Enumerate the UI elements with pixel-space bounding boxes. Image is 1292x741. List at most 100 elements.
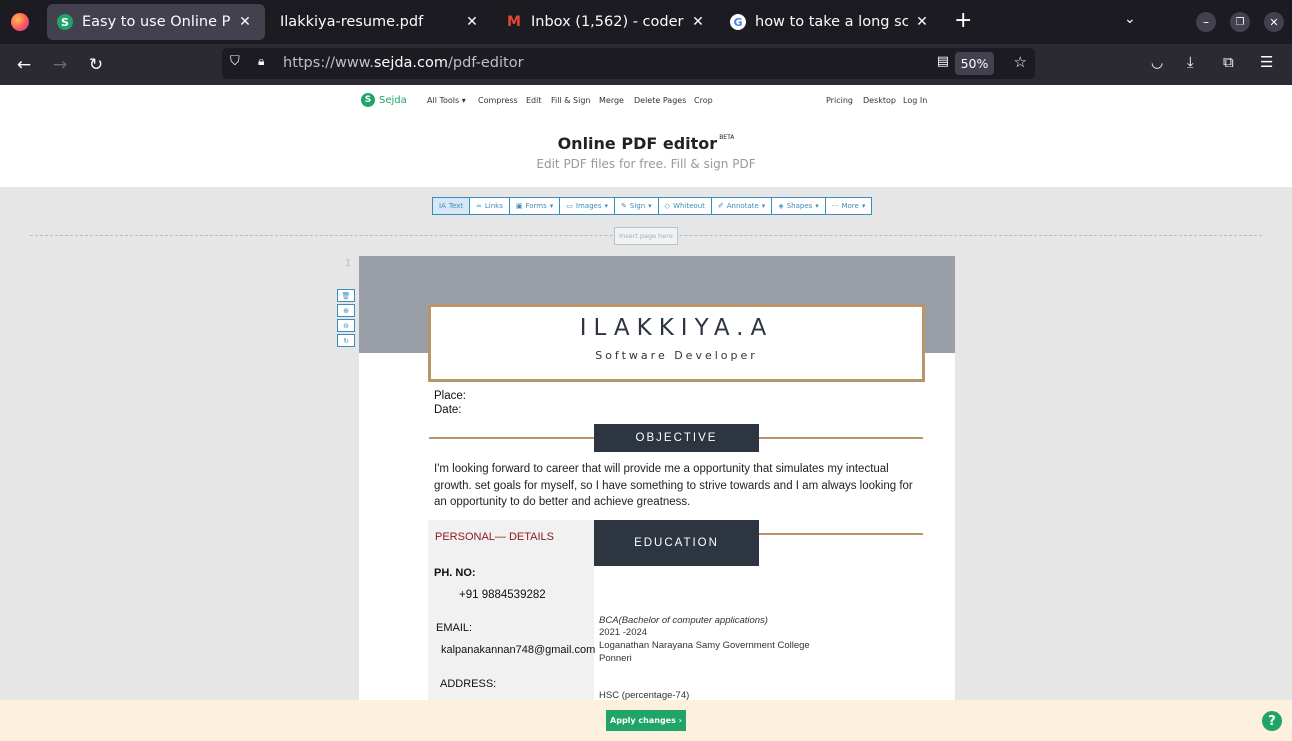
tab-resume-pdf[interactable]: Ilakkiya-resume.pdf ✕ — [270, 4, 492, 40]
zoom-in-icon[interactable]: ⊕ — [337, 304, 355, 317]
reader-view-icon[interactable]: ▤ — [937, 54, 949, 69]
nav-edit[interactable]: Edit — [526, 96, 542, 105]
chevron-down-icon: ▾ — [815, 202, 819, 210]
close-tab-icon[interactable]: ✕ — [235, 14, 255, 30]
url-text[interactable]: https://www.sejda.com/pdf-editor — [283, 55, 524, 71]
restore-icon[interactable]: ❐ — [1230, 12, 1250, 32]
browser-tab-strip: S Easy to use Online PDF e ✕ Ilakkiya-re… — [0, 0, 1292, 44]
phone-label[interactable]: PH. NO: — [434, 567, 476, 579]
nav-fill-sign[interactable]: Fill & Sign — [551, 96, 590, 105]
image-icon: ▭ — [566, 202, 573, 210]
tab-gmail[interactable]: M Inbox (1,562) - codersaro ✕ — [496, 4, 718, 40]
zoom-out-icon[interactable]: ⊖ — [337, 319, 355, 332]
nav-pricing[interactable]: Pricing — [826, 96, 853, 105]
bookmark-star-icon[interactable]: ☆ — [1014, 53, 1027, 71]
objective-heading[interactable]: OBJECTIVE — [594, 424, 759, 452]
extensions-icon[interactable]: ⧉ — [1223, 53, 1234, 71]
sejda-logo[interactable]: S Sejda — [361, 93, 407, 107]
images-tool-button[interactable]: ▭ Images ▾ — [560, 198, 615, 214]
whiteout-tool-label: Whiteout — [673, 202, 705, 210]
sejda-logo-icon: S — [361, 93, 375, 107]
apply-changes-button[interactable]: Apply changes › — [606, 710, 686, 731]
signature-icon: ✎ — [621, 202, 627, 210]
minimize-icon[interactable]: – — [1196, 12, 1216, 32]
tab-sejda[interactable]: S Easy to use Online PDF e ✕ — [47, 4, 265, 40]
insert-page-button[interactable]: Insert page here — [614, 227, 678, 245]
chevron-down-icon: ▾ — [549, 202, 554, 210]
menu-hamburger-icon[interactable]: ☰ — [1260, 53, 1273, 71]
college-name[interactable]: Loganathan Narayana Samy Government Coll… — [599, 640, 810, 651]
address-bar[interactable]: ⛉ 🔒︎ https://www.sejda.com/pdf-editor ▤ … — [222, 48, 1035, 79]
text-tool-button[interactable]: IA Text — [433, 198, 471, 214]
page-number: 1 — [345, 258, 352, 269]
links-tool-label: Links — [484, 202, 503, 210]
images-tool-label: Images — [575, 202, 602, 210]
place-label[interactable]: Place: — [434, 390, 466, 402]
url-path: /pdf-editor — [448, 55, 524, 71]
downloads-icon[interactable]: ⤓ — [1187, 53, 1194, 71]
date-label[interactable]: Date: — [434, 404, 462, 416]
objective-text[interactable]: I'm looking forward to career that will … — [434, 461, 914, 511]
email-address[interactable]: kalpanakannan748@gmail.com — [441, 644, 595, 656]
url-domain: sejda.com — [373, 55, 449, 71]
nav-crop[interactable]: Crop — [694, 96, 713, 105]
shapes-icon: ◈ — [778, 202, 784, 210]
pdf-page[interactable]: ILAKKIYA.A Software Developer Place: Dat… — [359, 256, 955, 741]
text-tool-label: Text — [448, 202, 464, 210]
education-heading[interactable]: EDUCATION — [594, 520, 759, 566]
nav-all-tools[interactable]: All Tools ▾ — [427, 96, 466, 105]
tab-list-chevron-icon[interactable]: ⌄ — [1124, 11, 1136, 27]
close-tab-icon[interactable]: ✕ — [912, 14, 932, 30]
more-tool-label: More — [841, 202, 859, 210]
email-label[interactable]: EMAIL: — [436, 622, 472, 634]
reload-icon[interactable]: ↻ — [83, 52, 109, 78]
college-city[interactable]: Ponneri — [599, 653, 632, 664]
forward-arrow-icon[interactable]: → — [47, 52, 73, 78]
links-tool-button[interactable]: ∞ Links — [470, 198, 510, 214]
nav-all-tools-label: All Tools — [427, 96, 460, 105]
resume-role[interactable]: Software Developer — [431, 349, 922, 362]
nav-desktop[interactable]: Desktop — [863, 96, 896, 105]
forms-tool-button[interactable]: ▣ Forms ▾ — [510, 198, 561, 214]
nav-delete-pages[interactable]: Delete Pages — [634, 96, 686, 105]
lock-icon[interactable]: 🔒︎ — [258, 54, 264, 69]
nav-login[interactable]: Log In — [903, 96, 927, 105]
more-icon: ··· — [831, 202, 839, 210]
shapes-tool-label: Shapes — [786, 202, 813, 210]
personal-details-heading[interactable]: PERSONAL— DETAILS — [435, 531, 554, 543]
form-icon: ▣ — [515, 202, 523, 210]
sign-tool-label: Sign — [629, 202, 646, 210]
firefox-icon[interactable] — [11, 13, 29, 31]
back-arrow-icon[interactable]: ← — [11, 52, 37, 78]
close-tab-icon[interactable]: ✕ — [688, 14, 708, 30]
nav-compress[interactable]: Compress — [478, 96, 518, 105]
help-icon[interactable]: ? — [1262, 711, 1282, 731]
resume-name[interactable]: ILAKKIYA.A — [431, 315, 922, 341]
rotate-page-icon[interactable]: ↻ — [337, 334, 355, 347]
nav-merge[interactable]: Merge — [599, 96, 624, 105]
annotate-tool-label: Annotate — [726, 202, 759, 210]
pocket-icon[interactable]: ◡ — [1151, 55, 1163, 71]
degree-name[interactable]: BCA(Bachelor of computer applications) — [599, 615, 768, 626]
zoom-level-badge[interactable]: 50% — [955, 52, 994, 75]
sign-tool-button[interactable]: ✎ Sign ▾ — [615, 198, 659, 214]
new-tab-icon[interactable]: + — [954, 10, 972, 32]
text-icon: IA — [439, 202, 446, 210]
chevron-down-icon: ▾ — [461, 96, 466, 105]
shapes-tool-button[interactable]: ◈ Shapes ▾ — [772, 198, 826, 214]
sejda-logo-text: Sejda — [379, 94, 407, 106]
whiteout-tool-button[interactable]: ◇ Whiteout — [659, 198, 712, 214]
close-tab-icon[interactable]: ✕ — [462, 14, 482, 30]
phone-number[interactable]: +91 9884539282 — [459, 589, 546, 601]
close-window-icon[interactable]: ✕ — [1264, 12, 1284, 32]
page-subtitle: Edit PDF files for free. Fill & sign PDF — [536, 157, 756, 171]
eraser-icon: ◇ — [664, 202, 671, 210]
annotate-tool-button[interactable]: ✐ Annotate ▾ — [712, 198, 773, 214]
more-tool-button[interactable]: ··· More ▾ — [826, 198, 872, 214]
shield-icon[interactable]: ⛉ — [230, 54, 240, 69]
address-label[interactable]: ADDRESS: — [440, 678, 496, 690]
degree-years[interactable]: 2021 -2024 — [599, 627, 647, 638]
tab-google[interactable]: G how to take a long scrolli ✕ — [720, 4, 942, 40]
delete-page-icon[interactable]: 🗑︎ — [337, 289, 355, 302]
link-icon: ∞ — [476, 202, 482, 210]
